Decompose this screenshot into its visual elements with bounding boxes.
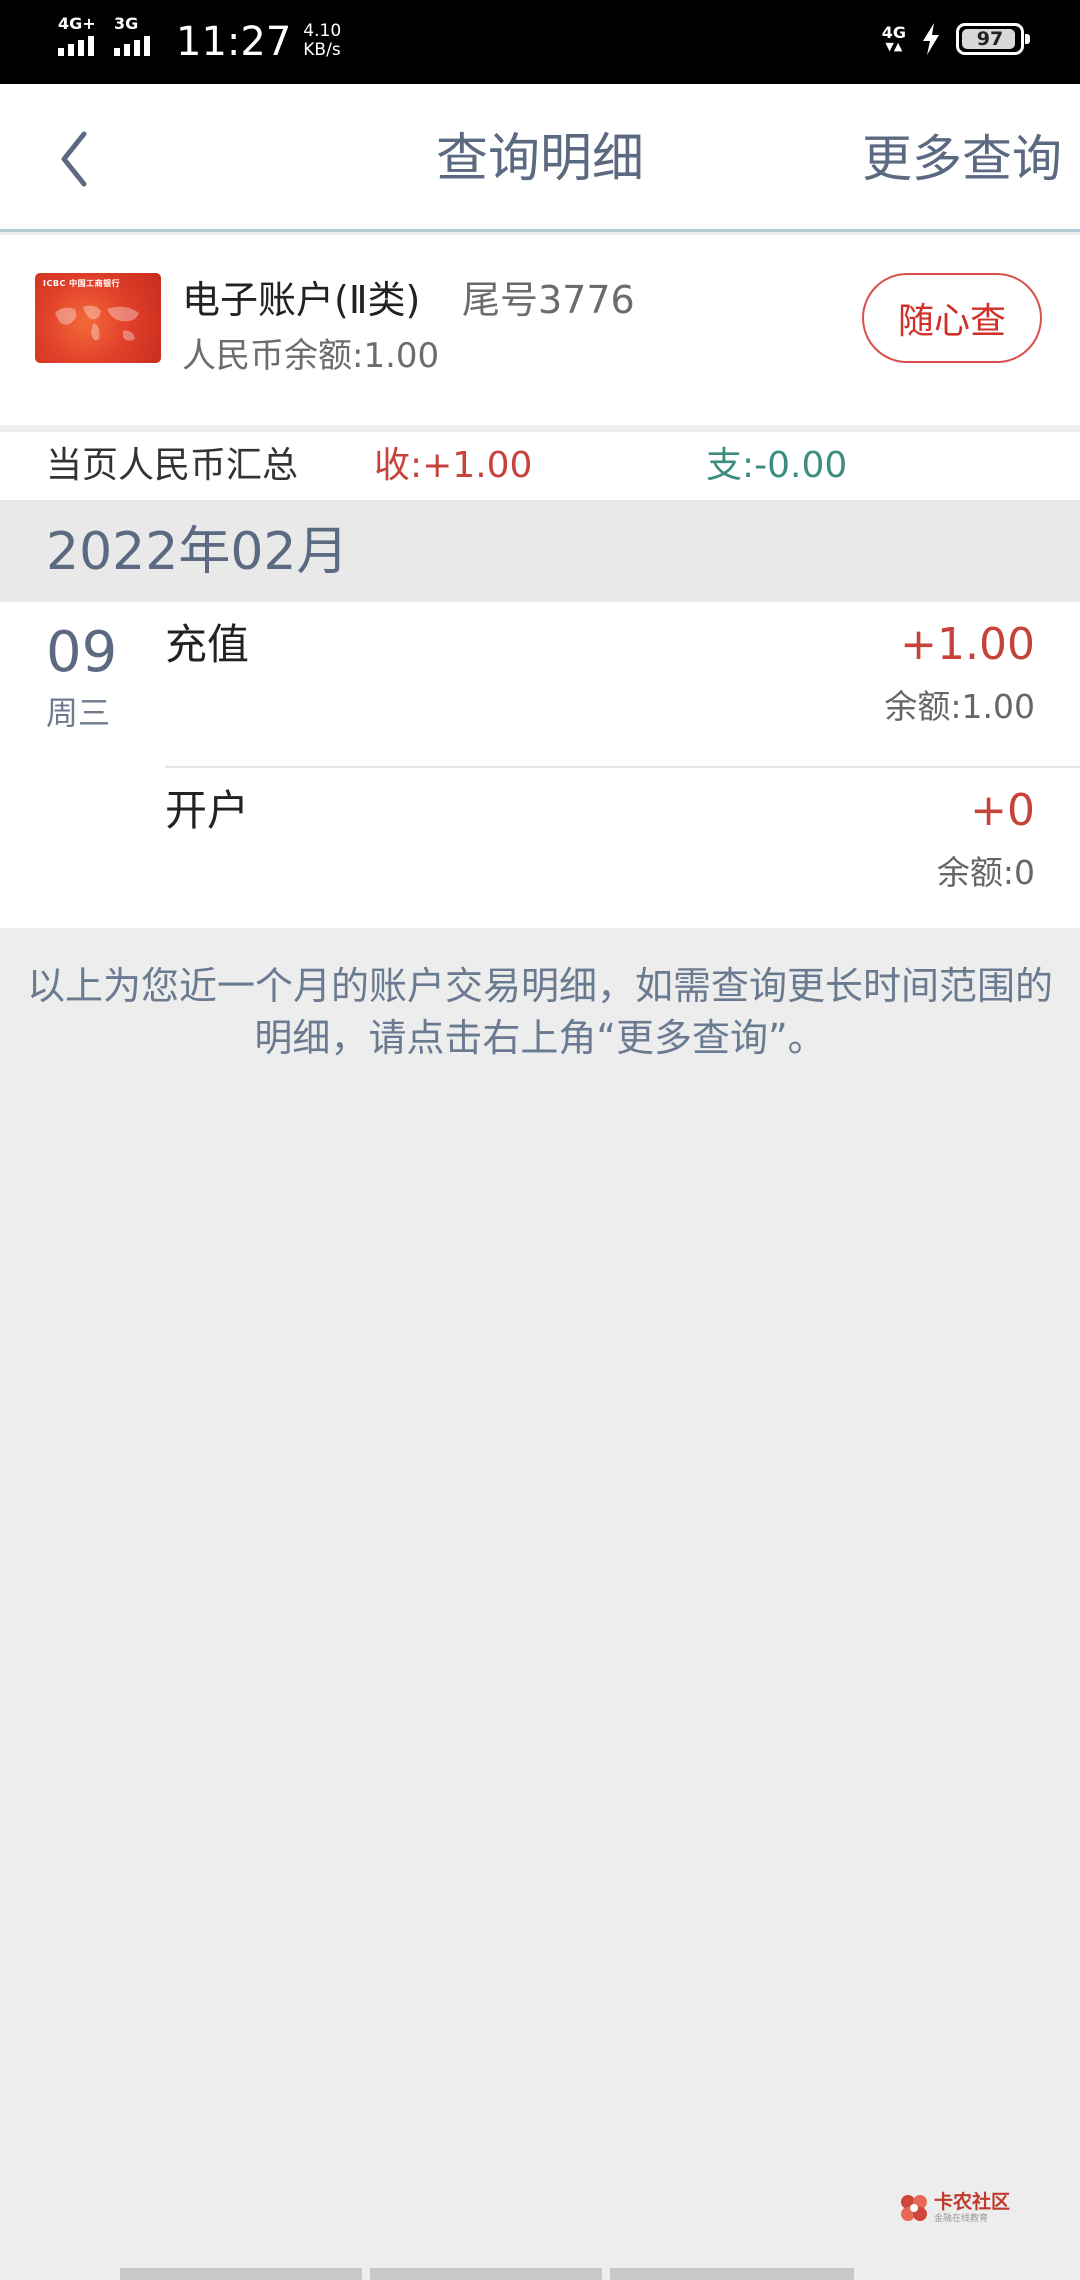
mobile-data-icon: 4G ▼▲ — [881, 23, 906, 53]
month-header: 2022年02月 — [0, 500, 1080, 602]
day-number: 09 — [46, 620, 118, 685]
quick-query-button[interactable]: 随心查 — [862, 273, 1042, 363]
account-card: ICBC 中国工商银行 电子账户(Ⅱ类) 尾号3776 人民币余额:1.00 随… — [0, 235, 1080, 425]
transaction-balance: 余额:1.00 — [884, 687, 1035, 726]
speed-unit: KB/s — [303, 40, 341, 60]
status-right: 4G ▼▲ 97 — [881, 22, 1030, 56]
summary-label: 当页人民币汇总 — [46, 445, 299, 486]
status-left: 4G+ 3G 11:27 4.10 KB/s — [58, 16, 341, 68]
battery-level: 97 — [976, 28, 1004, 50]
network-speed: 4.10 KB/s — [303, 22, 341, 60]
account-balance: 人民币余额:1.00 — [182, 336, 440, 376]
clock: 11:27 — [176, 19, 292, 65]
charging-icon — [923, 23, 939, 55]
transaction-name: 充值 — [165, 620, 250, 669]
account-tail-number: 尾号3776 — [462, 278, 635, 322]
notice-text: 以上为您近一个月的账户交易明细，如需查询更长时间范围的明细，请点击右上角“更多查… — [26, 964, 1053, 1060]
summary-income: 收:+1.00 — [374, 445, 533, 486]
nav-bar: 查询明细 更多查询 — [0, 84, 1080, 232]
network-type-2: 3G — [114, 14, 139, 33]
kanong-logo-icon — [901, 2195, 927, 2221]
weekday: 周三 — [46, 694, 111, 732]
network-type-1: 4G+ — [58, 14, 96, 33]
network-type-right: 4G — [881, 23, 906, 42]
summary-expense: 支:-0.00 — [706, 445, 848, 486]
watermark-sub: 金融在线教育 — [934, 2213, 989, 2224]
watermark-main: 卡农社区 — [934, 2190, 1011, 2213]
watermark: 卡农社区 金融在线教育 — [898, 2188, 1018, 2228]
bottom-edge-bars — [120, 2268, 960, 2280]
card-logo: ICBC 中国工商银行 — [43, 279, 121, 288]
transaction-amount: +0 — [970, 785, 1035, 836]
world-map-icon — [55, 305, 139, 341]
speed-value: 4.10 — [303, 21, 342, 41]
status-bar: 4G+ 3G 11:27 4.10 KB/s 4G ▼▲ 97 — [0, 0, 1080, 84]
transaction-amount: +1.00 — [900, 619, 1035, 670]
transaction-row[interactable]: 充值 +1.00 余额:1.00 — [165, 602, 1080, 765]
account-name: 电子账户(Ⅱ类) — [182, 278, 421, 322]
battery-icon: 97 — [956, 23, 1030, 55]
signal-1-icon: 4G+ — [58, 16, 104, 60]
day-group: 09 周三 充值 +1.00 余额:1.00 开户 +0 余额:0 — [0, 602, 1080, 928]
signal-2-icon: 3G — [114, 16, 160, 60]
more-query-button[interactable]: 更多查询 — [862, 124, 1062, 194]
transaction-row[interactable]: 开户 +0 余额:0 — [165, 766, 1080, 929]
transaction-name: 开户 — [165, 786, 250, 835]
month-label: 2022年02月 — [46, 522, 349, 582]
bank-card-image: ICBC 中国工商银行 — [35, 273, 161, 363]
page-summary: 当页人民币汇总 收:+1.00 支:-0.00 — [0, 432, 1080, 500]
transaction-balance: 余额:0 — [936, 853, 1035, 892]
